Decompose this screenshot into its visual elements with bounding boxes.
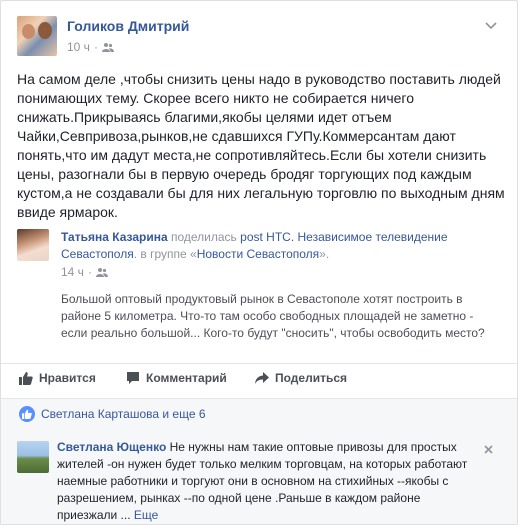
group-suffix: ». xyxy=(319,247,330,261)
likes-summary[interactable]: Светлана Карташова и еще 6 xyxy=(1,398,517,430)
group-link[interactable]: Новости Севастополя xyxy=(197,247,319,261)
shared-author[interactable]: Татьяна Казарина xyxy=(61,230,168,244)
share-button[interactable]: Поделиться xyxy=(255,371,347,385)
like-reaction-icon xyxy=(19,406,35,422)
post-card: Голиков Дмитрий 10 ч · На самом деле ,чт… xyxy=(0,0,518,525)
action-bar: Нравится Комментарий Поделиться xyxy=(1,363,517,394)
like-button[interactable]: Нравится xyxy=(19,371,96,385)
post-options-chevron-icon[interactable] xyxy=(485,19,497,33)
close-icon[interactable] xyxy=(484,441,493,457)
comment-label: Комментарий xyxy=(146,371,227,385)
share-label: Поделиться xyxy=(275,371,348,385)
commenter-avatar[interactable] xyxy=(17,441,49,473)
shared-header: Татьяна Казарина поделилась post НТС. Не… xyxy=(61,229,501,263)
comment-bubble-icon xyxy=(127,372,139,384)
post-meta: 10 ч · xyxy=(67,40,114,54)
share-arrow-icon xyxy=(255,372,269,384)
comment-author[interactable]: Светлана Ющенко xyxy=(57,440,166,454)
likes-names[interactable]: Светлана Карташова и еще 6 xyxy=(41,407,206,421)
shared-meta: 14 ч · xyxy=(61,265,108,279)
author-avatar[interactable] xyxy=(17,16,57,56)
shared-time[interactable]: 14 ч xyxy=(61,265,84,279)
post-author[interactable]: Голиков Дмитрий xyxy=(67,18,189,34)
comment-button[interactable]: Комментарий xyxy=(126,371,227,385)
group-prefix: . в группе « xyxy=(133,247,197,261)
friends-audience-icon xyxy=(95,268,108,277)
post-time[interactable]: 10 ч xyxy=(67,40,90,54)
comment-ellipsis: ... xyxy=(117,508,134,522)
shared-author-avatar[interactable] xyxy=(17,229,49,261)
comment-body: Светлана Ющенко Не нужны нам такие оптов… xyxy=(57,439,477,524)
shared-text: Большой оптовый продуктовый рынок в Сева… xyxy=(61,292,485,340)
like-label: Нравится xyxy=(39,371,96,385)
shared-verb: поделилась xyxy=(170,230,237,244)
thumbs-up-icon xyxy=(19,372,33,385)
post-text: На самом деле ,чтобы снизить цены надо в… xyxy=(17,71,505,220)
friends-audience-icon[interactable] xyxy=(101,42,114,52)
see-more-link[interactable]: Еще xyxy=(134,508,158,522)
